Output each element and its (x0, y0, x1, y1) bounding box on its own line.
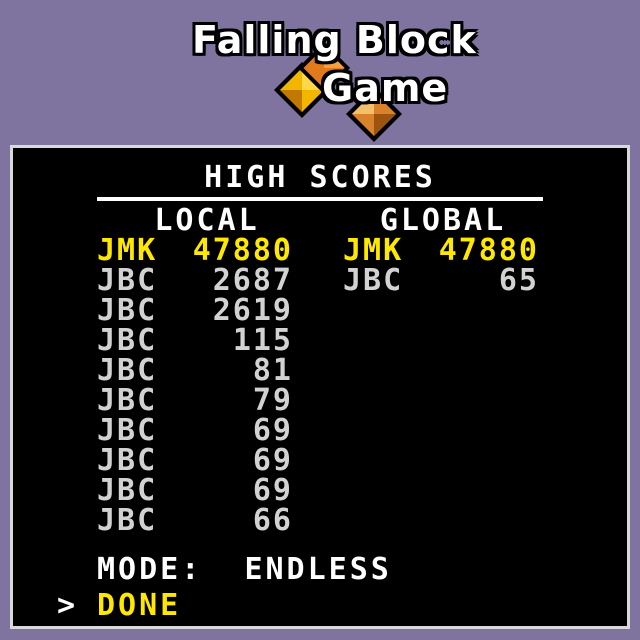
score-row: JBC 65 (343, 266, 539, 296)
score-row: JBC 66 (97, 506, 293, 536)
player-name: JMK (343, 233, 404, 268)
player-score: 65 (498, 263, 539, 298)
player-name: JBC (97, 443, 158, 478)
mode-value[interactable]: ENDLESS (244, 552, 391, 587)
player-name: JBC (97, 293, 158, 328)
score-row: JMK 47880 (343, 236, 539, 266)
local-scores-list: JMK 47880 JBC 2687 JBC 2619 JBC 115 JBC 81 JBC 79 JB… (97, 236, 293, 536)
heading-divider (97, 197, 543, 201)
player-score: 79 (252, 383, 293, 418)
score-row: JMK 47880 (97, 236, 293, 266)
title-line-2: Game (322, 66, 449, 110)
player-score: 69 (252, 413, 293, 448)
game-logo: Falling Block Game (0, 0, 640, 145)
score-row: JBC 115 (97, 326, 293, 356)
score-row: JBC 69 (97, 446, 293, 476)
player-name: JBC (97, 263, 158, 298)
player-score: 47880 (438, 233, 539, 268)
mode-label: MODE: (97, 552, 203, 587)
high-scores-panel: HIGH SCORES LOCAL GLOBAL JMK 47880 JBC 2687… (10, 145, 630, 629)
player-name: JBC (343, 263, 404, 298)
player-name: JBC (97, 413, 158, 448)
score-row: JBC 81 (97, 356, 293, 386)
score-row: JBC 2619 (97, 296, 293, 326)
player-score: 2687 (212, 263, 293, 298)
player-score: 66 (252, 503, 293, 538)
player-name: JBC (97, 383, 158, 418)
player-score: 69 (252, 443, 293, 478)
player-name: JBC (97, 323, 158, 358)
player-score: 2619 (212, 293, 293, 328)
score-row: JBC 69 (97, 476, 293, 506)
title-line-1: Falling Block (192, 18, 477, 62)
global-scores-list: JMK 47880 JBC 65 (343, 236, 539, 296)
mode-line: MODE: ENDLESS (97, 552, 392, 587)
menu-cursor-icon: > (57, 588, 76, 623)
player-score: 115 (232, 323, 293, 358)
score-row: JBC 79 (97, 386, 293, 416)
done-button[interactable]: DONE (97, 588, 181, 623)
score-row: JBC 2687 (97, 266, 293, 296)
player-score: 47880 (192, 233, 293, 268)
player-name: JBC (97, 473, 158, 508)
player-name: JMK (97, 233, 158, 268)
player-score: 69 (252, 473, 293, 508)
player-name: JBC (97, 503, 158, 538)
player-name: JBC (97, 353, 158, 388)
score-row: JBC 69 (97, 416, 293, 446)
player-score: 81 (252, 353, 293, 388)
high-scores-heading: HIGH SCORES (204, 160, 436, 195)
